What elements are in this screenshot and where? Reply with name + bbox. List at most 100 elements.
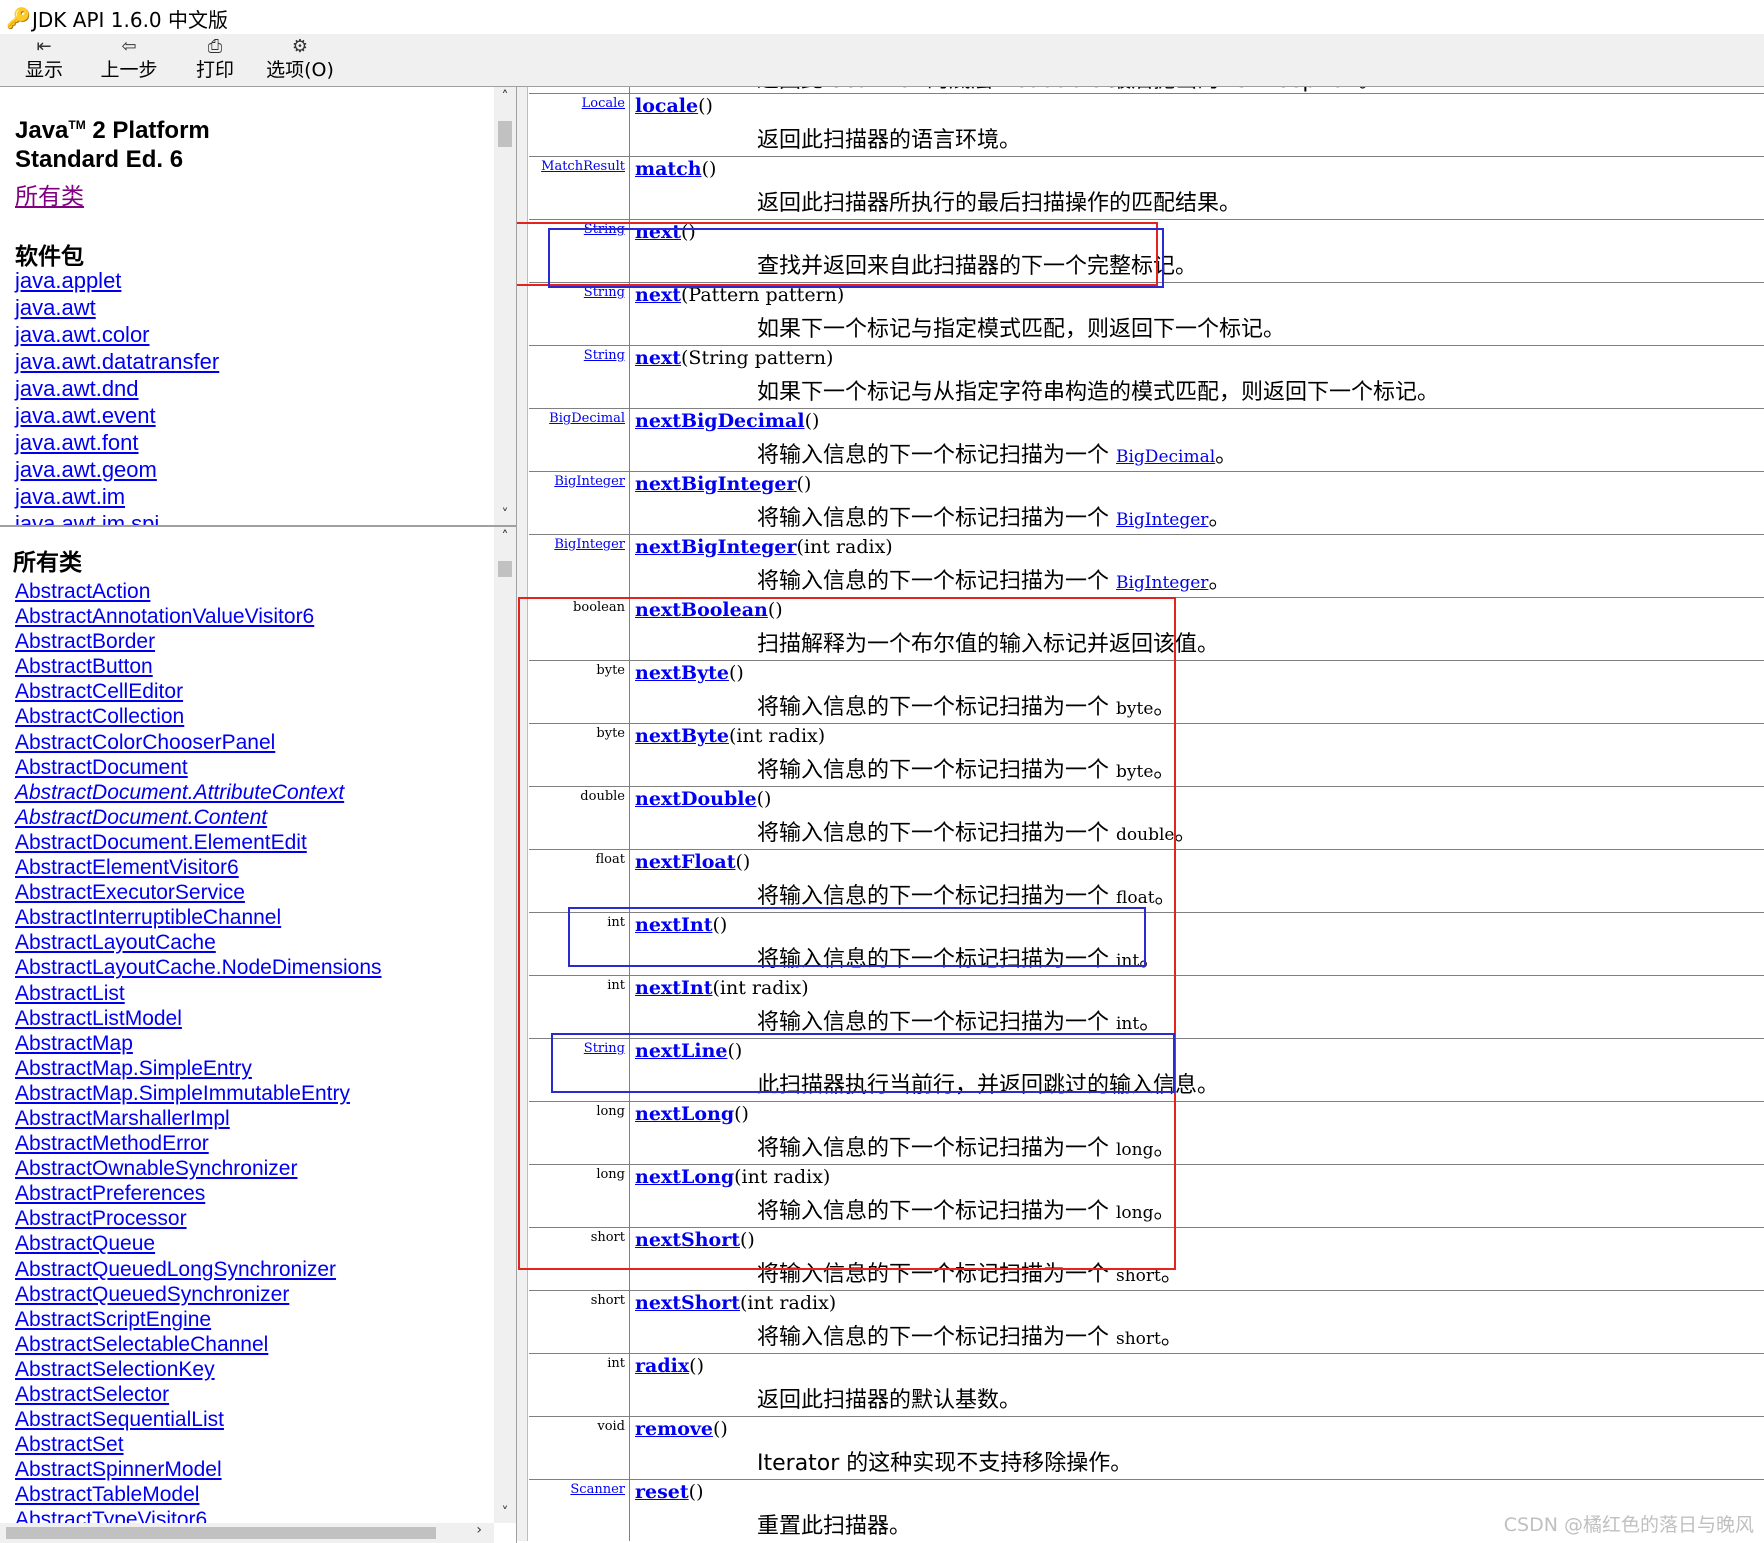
hscroll-thumb[interactable] (6, 1527, 436, 1539)
package-link[interactable]: java.awt.font (15, 429, 219, 456)
class-link[interactable]: AbstractSequentialList (15, 1407, 382, 1432)
description-type[interactable]: BigDecimal (1116, 447, 1215, 467)
package-link[interactable]: java.awt.dnd (15, 375, 219, 402)
method-name-link[interactable]: nextShort (635, 1229, 740, 1251)
class-link[interactable]: AbstractDocument.ElementEdit (15, 830, 382, 855)
method-name-link[interactable]: nextFloat (635, 851, 735, 873)
method-name-link[interactable]: radix (635, 1355, 689, 1377)
method-name-link[interactable]: nextDouble (635, 788, 757, 810)
return-type[interactable]: String (584, 285, 625, 300)
class-link[interactable]: AbstractSelectionKey (15, 1357, 382, 1382)
return-type[interactable]: BigDecimal (549, 411, 625, 426)
method-name-link[interactable]: nextShort (635, 1292, 740, 1314)
class-link[interactable]: AbstractQueue (15, 1231, 382, 1256)
method-name-link[interactable]: nextLine (635, 1040, 728, 1062)
method-signature: next(String pattern) (635, 347, 833, 369)
return-type[interactable]: Locale (582, 96, 625, 111)
return-type[interactable]: Scanner (570, 1482, 625, 1497)
package-link[interactable]: java.applet (15, 267, 219, 294)
return-type[interactable]: String (584, 1041, 625, 1056)
method-name-link[interactable]: nextInt (635, 914, 712, 936)
package-link[interactable]: java.awt.im (15, 483, 219, 510)
package-link[interactable]: java.awt (15, 294, 219, 321)
class-link[interactable]: AbstractAction (15, 579, 382, 604)
method-name-link[interactable]: nextBoolean (635, 599, 768, 621)
class-link[interactable]: AbstractMarshallerImpl (15, 1106, 382, 1131)
class-link[interactable]: AbstractTableModel (15, 1482, 382, 1507)
class-link[interactable]: AbstractCellEditor (15, 679, 382, 704)
class-link[interactable]: AbstractLayoutCache.NodeDimensions (15, 955, 382, 980)
class-link[interactable]: AbstractButton (15, 654, 382, 679)
scroll-down-icon[interactable]: ˅ (494, 507, 516, 523)
method-name-link[interactable]: nextBigInteger (635, 473, 797, 495)
class-link[interactable]: AbstractElementVisitor6 (15, 855, 382, 880)
scroll-up-icon[interactable]: ˄ (494, 529, 516, 545)
description-type[interactable]: BigInteger (1116, 573, 1208, 593)
method-name-link[interactable]: nextBigDecimal (635, 410, 805, 432)
class-link[interactable]: AbstractMap.SimpleEntry (15, 1056, 382, 1081)
method-name-link[interactable]: nextByte (635, 725, 729, 747)
package-link[interactable]: java.awt.im.spi (15, 510, 219, 525)
class-link[interactable]: AbstractExecutorService (15, 880, 382, 905)
class-link[interactable]: AbstractLayoutCache (15, 930, 382, 955)
package-link[interactable]: java.awt.color (15, 321, 219, 348)
class-link[interactable]: AbstractDocument (15, 755, 382, 780)
method-name-link[interactable]: remove (635, 1418, 713, 1440)
scroll-thumb[interactable] (498, 121, 512, 147)
method-name-link[interactable]: nextLong (635, 1103, 734, 1125)
method-name-link[interactable]: nextLong (635, 1166, 734, 1188)
method-name-link[interactable]: match (635, 158, 702, 180)
package-link[interactable]: java.awt.event (15, 402, 219, 429)
class-link[interactable]: AbstractQueuedLongSynchronizer (15, 1257, 382, 1282)
method-name-link[interactable]: next (635, 221, 681, 243)
method-name-link[interactable]: reset (635, 1481, 689, 1503)
print-button[interactable]: ⎙ 打印 (192, 36, 238, 84)
method-name-link[interactable]: nextByte (635, 662, 729, 684)
class-link[interactable]: AbstractColorChooserPanel (15, 730, 382, 755)
all-classes-link[interactable]: 所有类 (15, 177, 84, 211)
return-type[interactable]: String (584, 222, 625, 237)
method-name-link[interactable]: locale (635, 95, 698, 117)
class-link[interactable]: AbstractDocument.Content (15, 805, 382, 830)
show-button[interactable]: ⇤ 显示 (18, 36, 70, 84)
class-link[interactable]: AbstractQueuedSynchronizer (15, 1282, 382, 1307)
class-link[interactable]: AbstractBorder (15, 629, 382, 654)
scroll-up-icon[interactable]: ˄ (494, 89, 516, 105)
method-name-link[interactable]: nextInt (635, 977, 712, 999)
return-type[interactable]: String (584, 348, 625, 363)
class-link[interactable]: AbstractSelector (15, 1382, 382, 1407)
package-link[interactable]: java.awt.geom (15, 456, 219, 483)
scroll-down-icon[interactable]: ˅ (494, 1505, 516, 1521)
class-link[interactable]: AbstractList (15, 981, 382, 1006)
description-type[interactable]: BigInteger (1116, 510, 1208, 530)
class-link[interactable]: AbstractSpinnerModel (15, 1457, 382, 1482)
package-link[interactable]: java.awt.datatransfer (15, 348, 219, 375)
class-link[interactable]: AbstractSelectableChannel (15, 1332, 382, 1357)
class-link[interactable]: AbstractPreferences (15, 1181, 382, 1206)
class-frame-hscrollbar[interactable]: › (0, 1522, 494, 1543)
class-link[interactable]: AbstractSet (15, 1432, 382, 1457)
class-link[interactable]: AbstractAnnotationValueVisitor6 (15, 604, 382, 629)
class-link[interactable]: AbstractMap.SimpleImmutableEntry (15, 1081, 382, 1106)
return-type[interactable]: BigInteger (554, 474, 625, 489)
package-frame-scrollbar[interactable]: ˄ ˅ (494, 87, 516, 525)
scroll-thumb[interactable] (498, 561, 512, 577)
options-button[interactable]: ⚙ 选项(O) (266, 36, 334, 84)
class-link[interactable]: AbstractCollection (15, 704, 382, 729)
class-link[interactable]: AbstractInterruptibleChannel (15, 905, 382, 930)
scroll-right-icon[interactable]: › (476, 1522, 482, 1538)
method-name-link[interactable]: nextBigInteger (635, 536, 797, 558)
return-type[interactable]: MatchResult (541, 159, 625, 174)
class-link[interactable]: AbstractListModel (15, 1006, 382, 1031)
method-name-link[interactable]: next (635, 347, 681, 369)
class-link[interactable]: AbstractDocument.AttributeContext (15, 780, 382, 805)
class-link[interactable]: AbstractOwnableSynchronizer (15, 1156, 382, 1181)
class-link[interactable]: AbstractScriptEngine (15, 1307, 382, 1332)
method-name-link[interactable]: next (635, 284, 681, 306)
class-link[interactable]: AbstractProcessor (15, 1206, 382, 1231)
back-button[interactable]: ⇦ 上一步 (98, 36, 160, 84)
class-link[interactable]: AbstractMap (15, 1031, 382, 1056)
class-frame-scrollbar[interactable]: ˄ ˅ (494, 527, 516, 1523)
class-link[interactable]: AbstractMethodError (15, 1131, 382, 1156)
return-type[interactable]: BigInteger (554, 537, 625, 552)
